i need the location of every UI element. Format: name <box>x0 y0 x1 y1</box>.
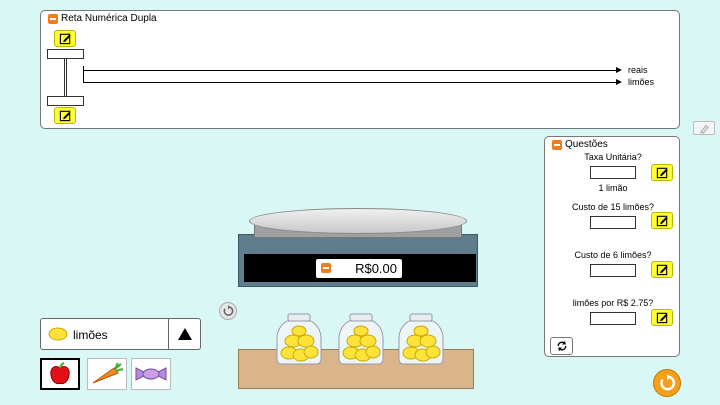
top-axis-label: reais <box>628 65 648 75</box>
top-axis-value-box[interactable] <box>47 49 84 59</box>
item-tile-apple[interactable] <box>40 358 80 390</box>
edit-unit-rate-button[interactable] <box>651 164 673 181</box>
carrot-icon <box>92 362 124 384</box>
pencil-icon <box>656 215 668 227</box>
lemons-per-price-question: limões por R$ 2.75? <box>572 298 654 308</box>
lemons-per-price-answer-box[interactable] <box>590 312 636 325</box>
refresh-icon <box>557 340 566 352</box>
lemon-jar[interactable] <box>337 313 385 365</box>
lemon-icon <box>48 327 68 341</box>
axis-bracket <box>64 59 67 96</box>
collapse-questions-button[interactable] <box>552 140 562 150</box>
edit-bottom-axis-button[interactable] <box>54 107 76 124</box>
reset-icon <box>223 305 234 316</box>
price-value: R$0.00 <box>355 261 397 276</box>
axis-origin-tick <box>83 66 84 83</box>
bottom-axis-line <box>83 82 616 83</box>
questions-panel: Questões Taxa Unitária? 1 limão Custo de… <box>544 136 680 357</box>
reset-icon <box>660 374 676 391</box>
edit-lemons-per-price-button[interactable] <box>651 309 673 326</box>
reset-all-button[interactable] <box>653 369 681 397</box>
candy-icon <box>135 367 167 381</box>
edit-top-axis-button[interactable] <box>54 30 76 47</box>
edit-cost-15-button[interactable] <box>651 212 673 229</box>
item-selector[interactable]: limões <box>40 318 201 350</box>
double-number-line-panel: Reta Numérica Dupla reais limões <box>40 10 715 135</box>
eraser-icon <box>699 124 709 134</box>
bottom-axis-value-box[interactable] <box>47 96 84 106</box>
edit-cost-6-button[interactable] <box>651 261 673 278</box>
selected-item-label: limões <box>73 328 108 342</box>
unit-rate-unit-label: 1 limão <box>598 183 628 193</box>
unit-rate-answer-box[interactable] <box>590 166 636 179</box>
pencil-icon <box>656 312 668 324</box>
bottom-axis-label: limões <box>628 77 655 87</box>
reset-scale-button[interactable] <box>219 302 237 320</box>
lemon-jar[interactable] <box>397 313 445 365</box>
item-tile-carrot[interactable] <box>87 358 127 390</box>
cost-15-question: Custo de 15 limões? <box>571 202 655 212</box>
collapse-price-button[interactable] <box>321 263 331 273</box>
pencil-icon <box>656 264 668 276</box>
pencil-icon <box>59 33 71 45</box>
collapse-number-line-button[interactable] <box>48 14 58 24</box>
selector-divider <box>168 319 169 349</box>
bottom-axis-arrow <box>616 79 622 85</box>
questions-title: Questões <box>565 139 608 150</box>
item-tile-candy[interactable] <box>131 358 171 390</box>
top-axis-arrow <box>616 67 622 73</box>
scale-plate[interactable] <box>249 208 467 234</box>
cost-6-question: Custo de 6 limões? <box>574 250 652 260</box>
refresh-questions-button[interactable] <box>550 337 573 355</box>
number-line-title: Reta Numérica Dupla <box>61 13 157 24</box>
pencil-icon <box>59 110 71 122</box>
pencil-icon <box>656 167 668 179</box>
chevron-up-icon[interactable] <box>178 328 192 340</box>
price-readout: R$0.00 <box>316 259 402 278</box>
cost-6-answer-box[interactable] <box>590 264 636 277</box>
lemon-jar[interactable] <box>275 313 323 365</box>
apple-icon <box>50 362 70 385</box>
top-axis-line <box>83 70 616 71</box>
eraser-button[interactable] <box>693 121 715 135</box>
unit-rate-question: Taxa Unitária? <box>584 152 642 162</box>
cost-15-answer-box[interactable] <box>590 216 636 229</box>
